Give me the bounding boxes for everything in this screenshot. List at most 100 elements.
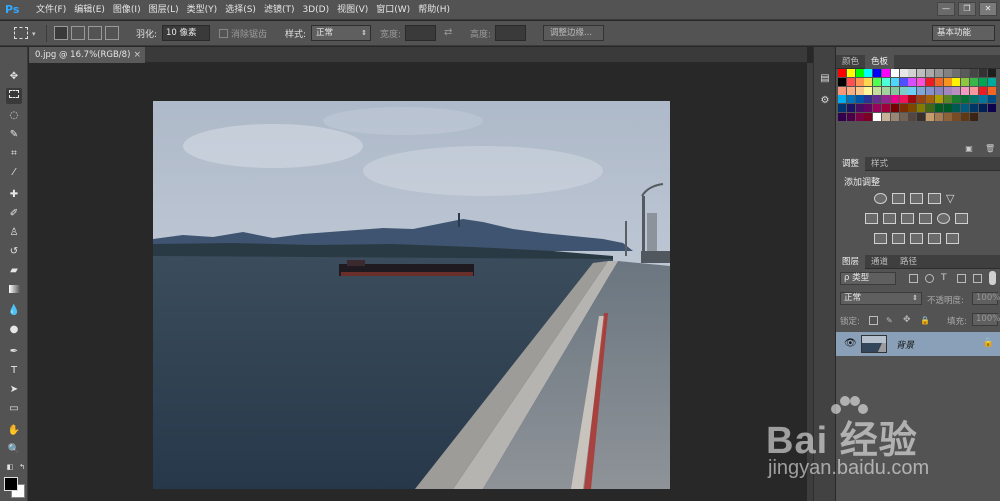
color-swatch[interactable]	[961, 69, 970, 77]
color-swatch[interactable]	[917, 113, 926, 121]
lock-all-icon[interactable]: 🔒	[920, 316, 930, 325]
blend-mode-select[interactable]: 正常 ⇕	[840, 292, 922, 305]
eraser-tool-icon[interactable]: ▰	[6, 263, 22, 279]
color-balance-icon[interactable]	[883, 213, 896, 224]
color-swatch[interactable]	[882, 104, 890, 113]
color-swatch[interactable]	[899, 104, 908, 113]
color-swatch[interactable]	[899, 113, 908, 121]
color-swatch[interactable]	[908, 69, 917, 77]
color-swatch[interactable]	[890, 69, 899, 77]
color-swatch[interactable]	[934, 86, 943, 95]
adjustment-filter-icon[interactable]	[925, 274, 934, 283]
workspace-select[interactable]: 基本功能	[932, 25, 995, 41]
menu-help[interactable]: 帮助(H)	[416, 0, 456, 20]
color-swatch[interactable]	[934, 95, 943, 104]
color-swatch[interactable]	[978, 104, 987, 113]
foreground-color-swatch[interactable]	[4, 477, 18, 491]
color-swatch[interactable]	[890, 86, 899, 95]
color-swatch[interactable]	[899, 95, 908, 104]
color-swatch[interactable]	[987, 69, 996, 77]
menu-select[interactable]: 选择(S)	[223, 0, 262, 20]
color-swatch[interactable]	[943, 104, 952, 113]
color-swatch[interactable]	[846, 113, 855, 121]
selective-color-icon[interactable]	[928, 233, 941, 244]
menu-type[interactable]: 类型(Y)	[185, 0, 224, 20]
color-swatch[interactable]	[838, 69, 846, 77]
color-swatch[interactable]	[873, 69, 882, 77]
layer-kind-filter[interactable]: ρ 类型	[840, 272, 896, 285]
color-swatch[interactable]	[899, 77, 908, 86]
color-swatch[interactable]	[934, 77, 943, 86]
color-swatch[interactable]	[952, 95, 961, 104]
filter-toggle[interactable]	[989, 271, 996, 285]
exposure-icon[interactable]	[928, 193, 941, 204]
color-swatch[interactable]	[943, 113, 952, 121]
black-white-icon[interactable]	[901, 213, 914, 224]
color-swatch[interactable]	[838, 104, 846, 113]
color-swatch[interactable]	[864, 77, 873, 86]
color-swatch[interactable]	[943, 77, 952, 86]
tab-styles[interactable]: 样式	[865, 157, 894, 171]
color-swatch[interactable]	[934, 69, 943, 77]
menu-file[interactable]: 文件(F)	[34, 0, 72, 20]
color-swatch[interactable]	[952, 86, 961, 95]
color-swatch[interactable]	[987, 95, 996, 104]
color-swatch[interactable]	[917, 77, 926, 86]
color-swatch[interactable]	[908, 113, 917, 121]
lock-transparent-icon[interactable]	[869, 316, 878, 325]
intersect-selection-icon[interactable]	[105, 26, 119, 40]
color-swatch[interactable]	[943, 86, 952, 95]
menu-filter[interactable]: 滤镜(T)	[262, 0, 301, 20]
posterize-icon[interactable]	[892, 233, 905, 244]
close-icon[interactable]: ×	[133, 47, 141, 63]
quick-selection-tool-icon[interactable]: ✎	[6, 127, 22, 143]
healing-brush-tool-icon[interactable]: ✚	[6, 187, 22, 203]
document-photo[interactable]	[153, 101, 670, 489]
color-swatch[interactable]	[873, 104, 882, 113]
color-swatch[interactable]	[890, 104, 899, 113]
tab-swatches[interactable]: 色板	[865, 55, 895, 69]
layer-background-row[interactable]: 👁 背景 🔒	[836, 332, 1000, 356]
new-swatch-icon[interactable]: ▣	[964, 144, 974, 153]
color-swatch[interactable]	[899, 69, 908, 77]
color-swatch[interactable]	[917, 104, 926, 113]
color-swatch[interactable]	[926, 104, 934, 113]
path-selection-tool-icon[interactable]: ➤	[6, 382, 22, 398]
lasso-tool-icon[interactable]: ◌	[6, 108, 22, 124]
color-swatch[interactable]	[838, 113, 846, 121]
color-swatch[interactable]	[961, 77, 970, 86]
color-swatch[interactable]	[882, 69, 890, 77]
color-swatch[interactable]	[846, 69, 855, 77]
color-swatch[interactable]	[882, 77, 890, 86]
color-swatch[interactable]	[926, 86, 934, 95]
shape-filter-icon[interactable]	[957, 274, 966, 283]
pen-tool-icon[interactable]: ✒	[6, 344, 22, 360]
hue-saturation-icon[interactable]	[865, 213, 878, 224]
refine-edge-button[interactable]: 调整边缘...	[543, 25, 604, 41]
color-swatch[interactable]	[873, 113, 882, 121]
type-tool-icon[interactable]: T	[6, 363, 22, 379]
menu-layer[interactable]: 图层(L)	[147, 0, 185, 20]
tab-paths[interactable]: 路径	[894, 255, 923, 269]
color-swatch[interactable]	[838, 77, 846, 86]
color-swatch[interactable]	[890, 95, 899, 104]
brightness-contrast-icon[interactable]	[874, 193, 887, 204]
levels-icon[interactable]	[892, 193, 905, 204]
lock-image-icon[interactable]: ✎	[886, 316, 895, 325]
color-swatch[interactable]	[846, 104, 855, 113]
dodge-tool-icon[interactable]: ●	[6, 322, 22, 338]
color-swatch[interactable]	[890, 113, 899, 121]
color-swatch[interactable]	[899, 86, 908, 95]
curves-icon[interactable]	[910, 193, 923, 204]
color-swatch[interactable]	[926, 69, 934, 77]
color-swatch[interactable]	[934, 104, 943, 113]
rectangle-tool-icon[interactable]: ▭	[6, 401, 22, 417]
color-swatch[interactable]	[846, 86, 855, 95]
tab-adjustments[interactable]: 调整	[836, 157, 866, 171]
color-lookup-icon[interactable]	[955, 213, 968, 224]
marquee-tool-preset-icon[interactable]	[14, 27, 28, 39]
color-swatch[interactable]	[970, 95, 978, 104]
color-swatch[interactable]	[890, 77, 899, 86]
color-swatch[interactable]	[838, 86, 846, 95]
brush-tool-icon[interactable]: ✐	[6, 206, 22, 222]
